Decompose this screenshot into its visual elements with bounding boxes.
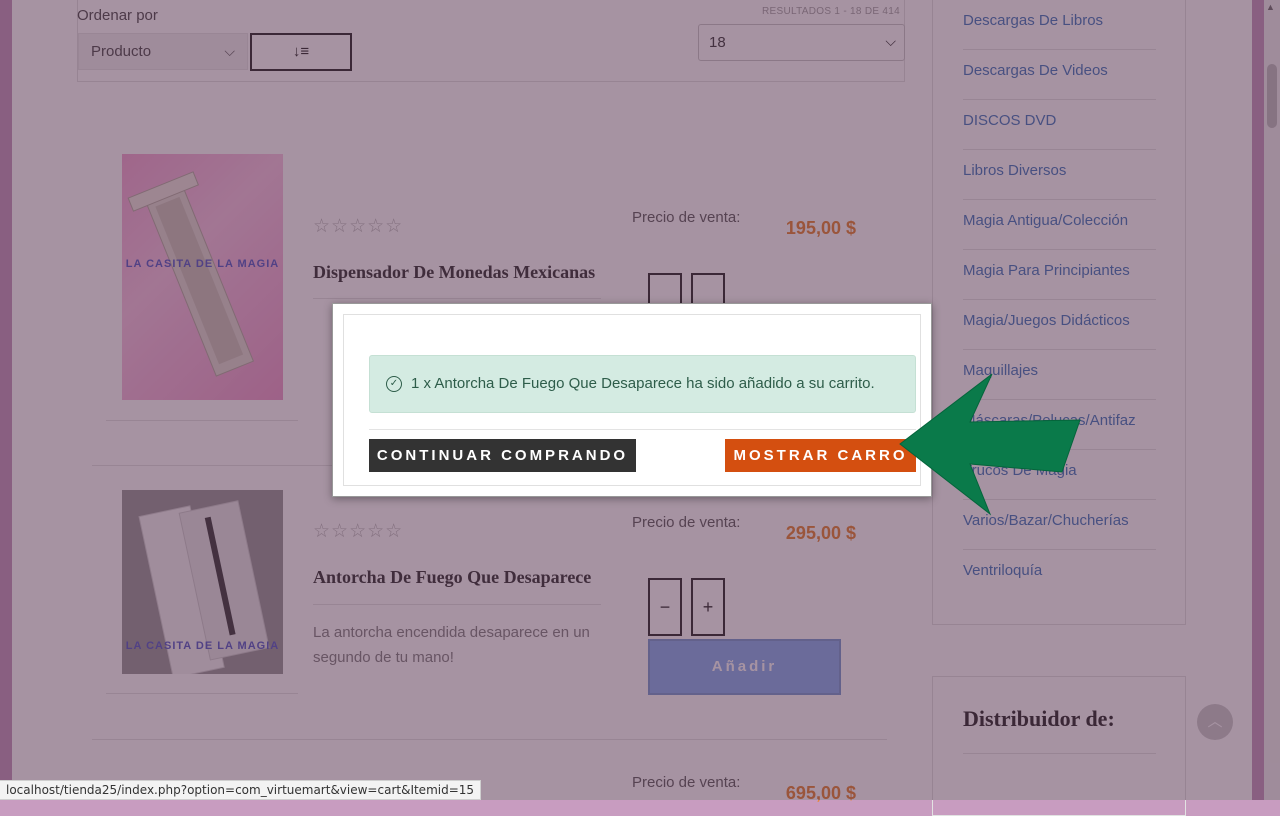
continue-shopping-button[interactable]: CONTINUAR COMPRANDO	[369, 439, 636, 472]
success-alert: ✓ 1 x Antorcha De Fuego Que Desaparece h…	[369, 355, 916, 413]
arrow-left-icon	[899, 373, 1081, 516]
modal-content: ✓ 1 x Antorcha De Fuego Que Desaparece h…	[343, 314, 921, 486]
add-to-cart-modal: ✓ 1 x Antorcha De Fuego Que Desaparece h…	[332, 303, 932, 497]
show-cart-button[interactable]: MOSTRAR CARRO	[725, 439, 916, 472]
check-circle-icon: ✓	[386, 376, 402, 392]
status-bar-url: localhost/tienda25/index.php?option=com_…	[0, 780, 482, 800]
divider	[369, 429, 916, 430]
alert-message: 1 x Antorcha De Fuego Que Desaparece ha …	[411, 375, 875, 392]
